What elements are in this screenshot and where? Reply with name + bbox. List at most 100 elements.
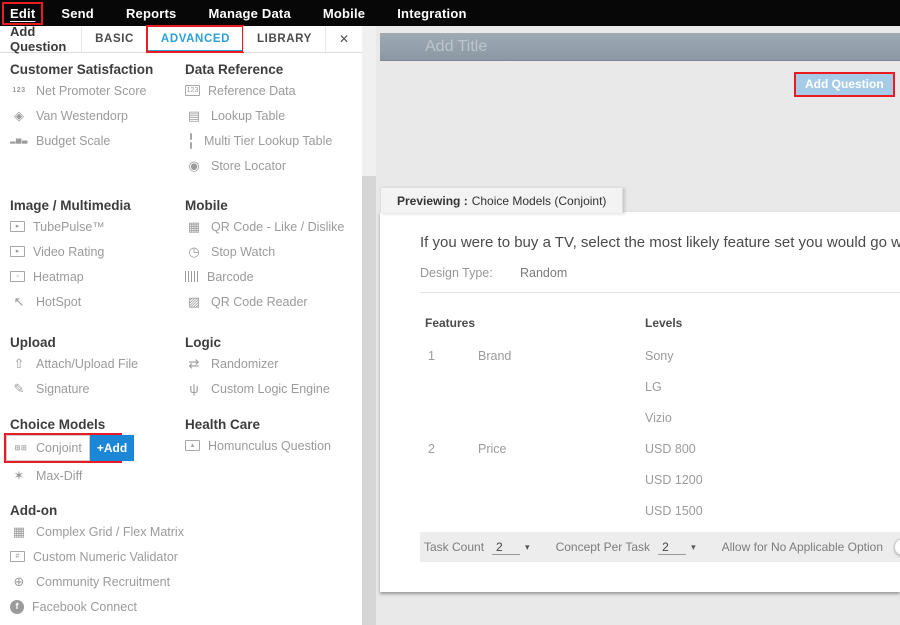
feature-name: Brand <box>478 349 511 364</box>
section-title: Health Care <box>185 415 357 433</box>
nav-mobile[interactable]: Mobile <box>317 4 371 23</box>
sidebar-item-label: Facebook Connect <box>32 600 137 614</box>
image-region-icon: ▫ <box>10 271 25 282</box>
sidebar-item-label: TubePulse™ <box>33 220 105 234</box>
sidebar-item-custom-numeric-validator[interactable]: #Custom Numeric Validator <box>10 544 175 569</box>
close-icon[interactable]: ✕ <box>325 26 362 52</box>
sidebar-item-label: QR Code - Like / Dislike <box>211 220 344 234</box>
sidebar-item-label: Lookup Table <box>211 109 285 123</box>
video-film-icon: ▸ <box>10 246 25 257</box>
level-value: USD 1200 <box>645 473 703 488</box>
feature-number: 2 <box>428 442 435 457</box>
chevron-down-icon: ▾ <box>691 542 696 553</box>
chevron-down-icon: ▾ <box>525 542 530 553</box>
sidebar-item-label: Net Promoter Score <box>36 84 146 98</box>
tab-library[interactable]: LIBRARY <box>243 26 325 52</box>
sidebar-item-net-promoter-score[interactable]: 123Net Promoter Score <box>10 78 175 103</box>
table-icon: ▤ <box>185 109 203 122</box>
concept-per-task-value: 2 <box>658 540 686 555</box>
sidebar-item-heatmap[interactable]: ▫Heatmap <box>10 264 175 289</box>
sidebar-item-hotspot[interactable]: ↖HotSpot <box>10 289 175 314</box>
add-question-panel: Add Question BASIC ADVANCED LIBRARY ✕ Cu… <box>0 26 362 625</box>
body-image-icon: ▴ <box>185 440 200 451</box>
sidebar-item-video-rating[interactable]: ▸Video Rating <box>10 239 175 264</box>
sidebar-item-label: Custom Numeric Validator <box>33 550 178 564</box>
sidebar-item-store-locator[interactable]: ◉Store Locator <box>185 153 357 178</box>
sidebar-section: Image / Multimedia▸TubePulse™▸Video Rati… <box>10 196 175 314</box>
add-question-button[interactable]: Add Question <box>794 72 895 97</box>
section-title: Add-on <box>10 501 175 519</box>
signature-pen-icon: ✎ <box>10 382 28 395</box>
nav-manage-data[interactable]: Manage Data <box>202 4 296 23</box>
top-navigation-bar: Edit Send Reports Manage Data Mobile Int… <box>0 0 900 26</box>
previewing-value: Choice Models (Conjoint) <box>472 194 607 208</box>
sidebar-item-lookup-table[interactable]: ▤ Lookup Table <box>185 103 357 128</box>
bar-chart-icon: ▂▅▃ <box>10 137 28 144</box>
sidebar-item-custom-logic-engine[interactable]: ψCustom Logic Engine <box>185 376 357 401</box>
nav-edit[interactable]: Edit <box>4 4 41 23</box>
nav-send[interactable]: Send <box>55 4 100 23</box>
sidebar-item-label: Van Westendorp <box>36 109 128 123</box>
concept-per-task-label: Concept Per Task <box>556 540 651 554</box>
design-type-row: Design Type:Random <box>420 266 567 280</box>
sidebar-item-signature[interactable]: ✎Signature <box>10 376 175 401</box>
sidebar-item-qr-code-reader[interactable]: ▨QR Code Reader <box>185 289 357 314</box>
sidebar-item-label: Budget Scale <box>36 134 110 148</box>
sidebar-item-label: Barcode <box>207 270 254 284</box>
sidebar-item-qr-code-like-dislike[interactable]: ▦QR Code - Like / Dislike <box>185 214 357 239</box>
conjoint-cards-icon: ⊞⊞ <box>12 445 30 452</box>
conjoint-add-button[interactable]: +Add <box>90 435 134 461</box>
section-title: Customer Satisfaction <box>10 60 175 78</box>
sidebar-item-label: Multi Tier Lookup Table <box>204 134 332 148</box>
map-pin-icon: ◉ <box>185 159 203 172</box>
sidebar-item-conjoint[interactable]: ⊞⊞Conjoint+Add <box>4 433 122 463</box>
conjoint-settings-bar: Task Count 2 ▾ Concept Per Task 2 ▾ Allo… <box>420 532 900 562</box>
sidebar-item-attach-upload-file[interactable]: ⇧ Attach/Upload File <box>10 351 175 376</box>
sidebar-column-0: Customer Satisfaction123Net Promoter Sco… <box>10 53 175 625</box>
tab-basic[interactable]: BASIC <box>81 26 147 52</box>
nav-reports[interactable]: Reports <box>120 4 183 23</box>
tab-advanced[interactable]: ADVANCED <box>147 26 243 52</box>
features-header: Features <box>425 316 475 331</box>
sidebar-item-complex-grid-flex-matrix[interactable]: ▦Complex Grid / Flex Matrix <box>10 519 175 544</box>
sidebar-item-label: Max-Diff <box>36 469 82 483</box>
sidebar-item-label: Attach/Upload File <box>36 357 138 371</box>
sidebar-item-budget-scale[interactable]: ▂▅▃ Budget Scale <box>10 128 175 153</box>
no-applicable-option-label: Allow for No Applicable Option <box>722 540 883 554</box>
sidebar-item-community-recruitment[interactable]: ⊕Community Recruitment <box>10 569 175 594</box>
sidebar-item-randomizer[interactable]: ⇄Randomizer <box>185 351 357 376</box>
sidebar-item-reference-data[interactable]: 123Reference Data <box>185 78 357 103</box>
sidebar-item-label: Stop Watch <box>211 245 275 259</box>
section-title: Logic <box>185 333 357 351</box>
add-title-bar[interactable]: Add Title <box>380 33 900 61</box>
conjoint-selected-box: ⊞⊞ Conjoint <box>6 435 90 461</box>
sidebar-item-tubepulse[interactable]: ▸ TubePulse™ <box>10 214 175 239</box>
sidebar-item-barcode[interactable]: Barcode <box>185 264 357 289</box>
divider <box>420 292 900 293</box>
scrollbar-thumb[interactable] <box>362 176 376 625</box>
sidebar-item-label: Homunculus Question <box>208 439 331 453</box>
video-film-icon: ▸ <box>10 221 25 232</box>
sidebar-item-homunculus-question[interactable]: ▴ Homunculus Question <box>185 433 357 458</box>
task-count-dropdown[interactable]: 2 ▾ <box>492 540 530 555</box>
concept-per-task-dropdown[interactable]: 2 ▾ <box>658 540 696 555</box>
sidebar-item-facebook-connect[interactable]: fFacebook Connect <box>10 594 175 619</box>
grid-icon: ▦ <box>10 525 28 538</box>
upload-icon: ⇧ <box>10 357 28 370</box>
sidebar-item-van-westendorp[interactable]: ◈Van Westendorp <box>10 103 175 128</box>
shuffle-icon: ⇄ <box>185 357 203 370</box>
stopwatch-icon: ◷ <box>185 245 203 258</box>
sidebar-item-label: Community Recruitment <box>36 575 170 589</box>
sidebar-section: Customer Satisfaction123Net Promoter Sco… <box>10 60 175 153</box>
nav-integration[interactable]: Integration <box>391 4 472 23</box>
sidebar-item-stop-watch[interactable]: ◷ Stop Watch <box>185 239 357 264</box>
sidebar-item-multi-tier-lookup-table[interactable]: Multi Tier Lookup Table <box>185 128 357 153</box>
sidebar-column-1: Data Reference123Reference Data▤Lookup T… <box>185 53 357 625</box>
previewing-tab: Previewing : Choice Models (Conjoint) <box>380 187 623 213</box>
sidebar-item-max-diff[interactable]: ✶Max-Diff <box>10 463 175 488</box>
levels-header: Levels <box>645 316 682 331</box>
sidebar-item-label: Conjoint <box>36 441 82 455</box>
section-title: Mobile <box>185 196 357 214</box>
vertical-scrollbar[interactable] <box>362 26 376 625</box>
sidebar-section: Health Care ▴ Homunculus Question <box>185 415 357 458</box>
